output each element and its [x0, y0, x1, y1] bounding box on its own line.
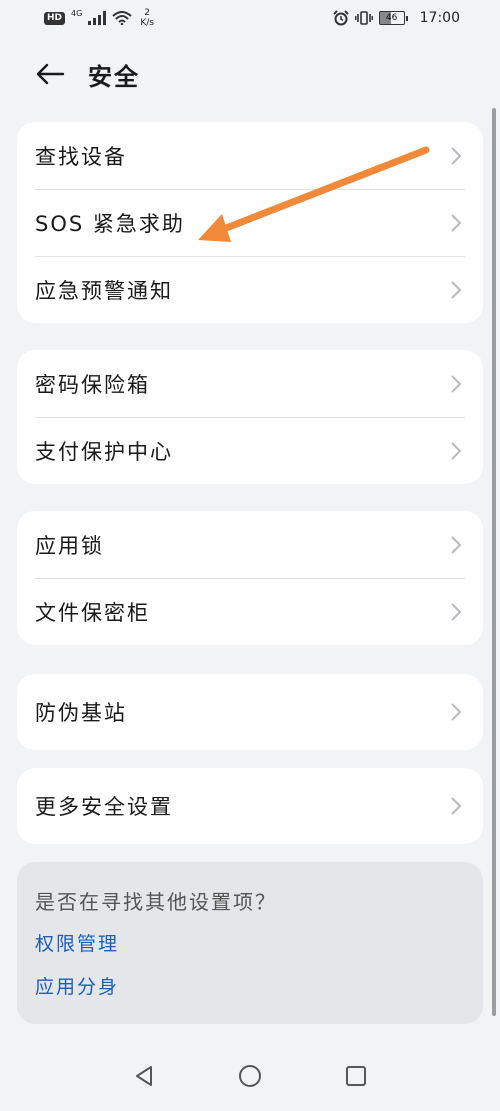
speed-unit: K/s	[140, 18, 154, 28]
chevron-right-icon	[449, 702, 463, 722]
navigation-bar	[0, 1041, 500, 1111]
status-left: HD 4G 2 K/s	[44, 8, 154, 28]
header: 安全	[0, 50, 500, 98]
settings-group-apps: 应用锁 文件保密柜	[17, 511, 483, 645]
row-sos-emergency[interactable]: SOS 紧急求助	[17, 189, 483, 256]
row-label: 查找设备	[35, 144, 127, 169]
battery-tip	[405, 15, 408, 21]
chevron-right-icon	[449, 441, 463, 461]
chevron-right-icon	[449, 602, 463, 622]
row-label: 应用锁	[35, 533, 104, 558]
suggestion-title: 是否在寻找其他设置项？	[35, 890, 277, 914]
square-recent-icon[interactable]	[342, 1062, 370, 1090]
row-label: 文件保密柜	[35, 600, 150, 625]
suggestion-card: 是否在寻找其他设置项？ 权限管理 应用分身	[17, 862, 483, 1024]
chevron-right-icon	[449, 146, 463, 166]
speed-value: 2	[144, 8, 150, 18]
row-more-security-settings[interactable]: 更多安全设置	[17, 768, 483, 844]
battery-icon: 46	[378, 11, 408, 25]
settings-group-payment: 密码保险箱 支付保护中心	[17, 350, 483, 484]
clock: 17:00	[419, 10, 460, 26]
row-label: 更多安全设置	[35, 795, 173, 819]
row-label: 支付保护中心	[35, 439, 173, 464]
link-app-twin[interactable]: 应用分身	[35, 972, 465, 999]
row-file-safe[interactable]: 文件保密柜	[17, 578, 483, 645]
status-bar: HD 4G 2 K/s 46 17:00	[0, 0, 500, 36]
row-app-lock[interactable]: 应用锁	[17, 511, 483, 578]
page-title: 安全	[88, 62, 140, 91]
settings-group-base-station: 防伪基站	[17, 674, 483, 750]
network-speed: 2 K/s	[140, 8, 154, 28]
battery-level: 46	[378, 11, 405, 25]
row-find-device[interactable]: 查找设备	[17, 122, 483, 189]
row-fake-base-station[interactable]: 防伪基站	[17, 674, 483, 750]
chevron-right-icon	[449, 374, 463, 394]
link-permission-manager[interactable]: 权限管理	[35, 929, 465, 956]
chevron-right-icon	[449, 213, 463, 233]
settings-group-more: 更多安全设置	[17, 768, 483, 844]
network-type: 4G	[71, 8, 83, 18]
vibrate-icon	[354, 11, 373, 25]
status-right: 46 17:00	[332, 10, 460, 26]
wifi-icon	[112, 11, 132, 25]
scrollbar[interactable]	[492, 108, 496, 1016]
chevron-right-icon	[449, 796, 463, 816]
row-label: 密码保险箱	[35, 372, 150, 397]
row-password-vault[interactable]: 密码保险箱	[17, 350, 483, 417]
triangle-back-icon[interactable]	[130, 1062, 158, 1090]
arrow-left-icon[interactable]	[34, 58, 66, 90]
signal-icon	[88, 11, 107, 25]
circle-home-icon[interactable]	[236, 1062, 264, 1090]
row-label: SOS 紧急求助	[35, 211, 185, 236]
hd-badge: HD	[44, 11, 66, 25]
alarm-icon	[332, 10, 349, 26]
chevron-right-icon	[449, 535, 463, 555]
row-label: 应急预警通知	[35, 278, 173, 303]
row-label: 防伪基站	[35, 701, 127, 725]
row-payment-protection[interactable]: 支付保护中心	[17, 417, 483, 484]
chevron-right-icon	[449, 280, 463, 300]
row-emergency-alerts[interactable]: 应急预警通知	[17, 256, 483, 323]
settings-group-device: 查找设备 SOS 紧急求助 应急预警通知	[17, 122, 483, 323]
